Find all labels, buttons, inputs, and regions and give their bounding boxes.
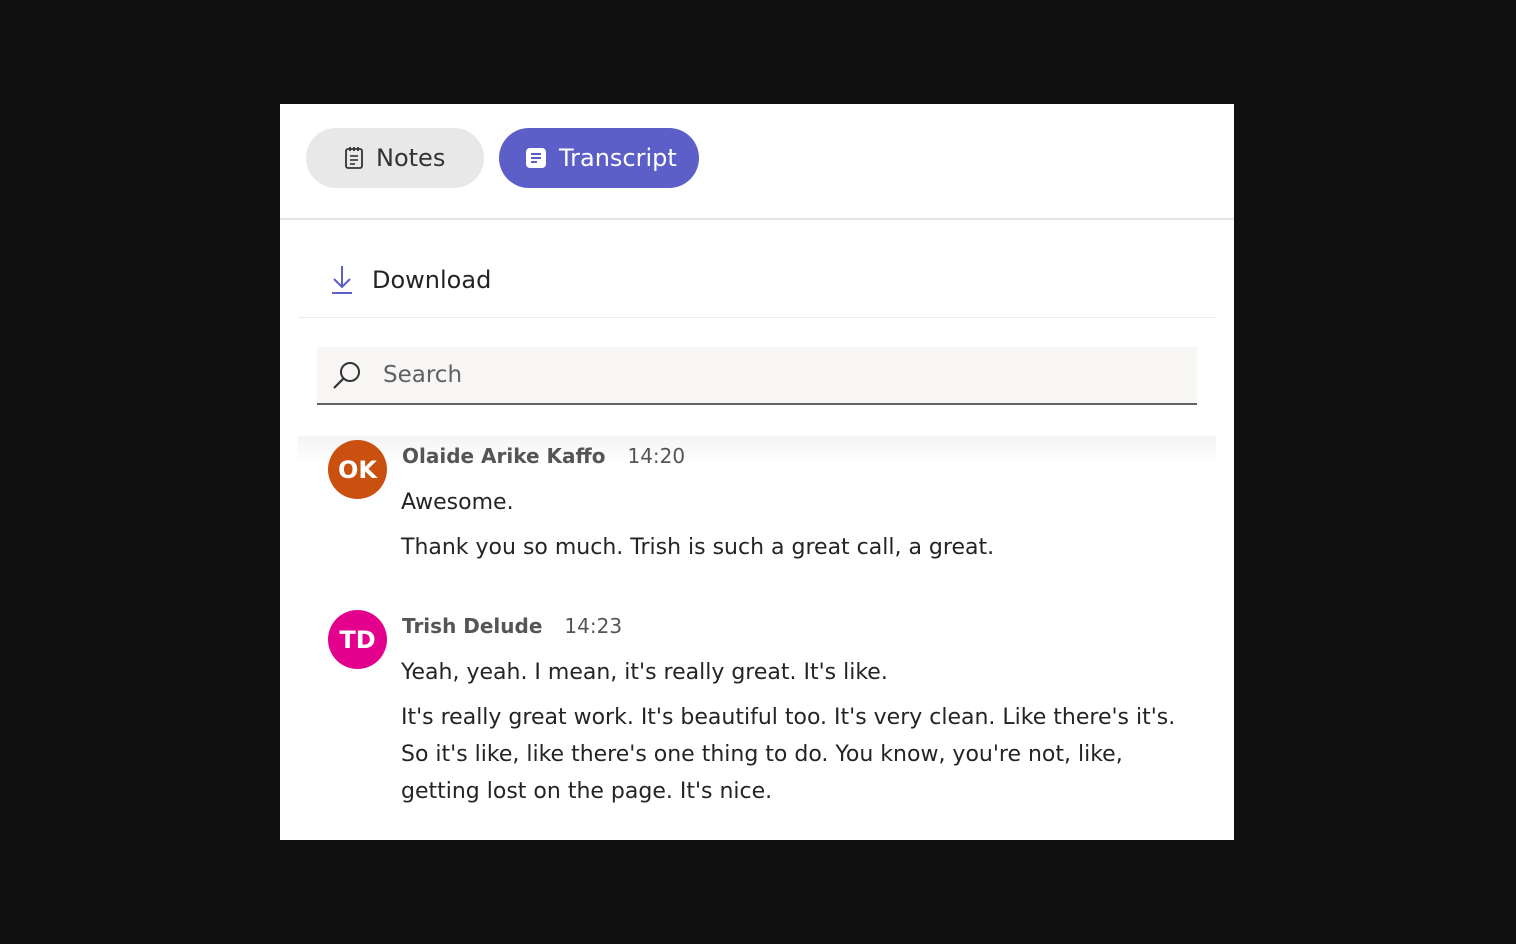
- notes-icon: [344, 146, 364, 170]
- entry-meta: Trish Delude 14:23: [402, 614, 622, 638]
- avatar: OK: [328, 440, 387, 499]
- transcript-line: Thank you so much. Trish is such a great…: [401, 535, 995, 560]
- search-input[interactable]: [381, 361, 1165, 389]
- search-box[interactable]: [317, 347, 1197, 405]
- tab-notes-label: Notes: [376, 144, 446, 172]
- transcript-panel: Notes Transcript Download Search OK Olai…: [280, 104, 1234, 840]
- timestamp: 14:23: [564, 614, 623, 638]
- transcript-line: It's really great work. It's beautiful t…: [401, 705, 1176, 804]
- avatar: TD: [328, 610, 387, 669]
- entry-meta: Olaide Arike Kaffo 14:20: [402, 444, 685, 468]
- speaker-name: Trish Delude: [402, 614, 543, 638]
- timestamp: 14:20: [627, 444, 686, 468]
- download-button[interactable]: Download: [298, 242, 1216, 318]
- transcript-line: Awesome.: [401, 490, 514, 515]
- tab-notes[interactable]: Notes: [306, 128, 484, 188]
- transcript-line: Yeah, yeah. I mean, it's really great. I…: [401, 660, 888, 685]
- tab-transcript-label: Transcript: [559, 144, 677, 172]
- download-label: Download: [372, 265, 492, 294]
- tab-bar: Notes Transcript: [280, 104, 1234, 220]
- transcript-icon: [525, 147, 547, 169]
- entry-lines: Yeah, yeah. I mean, it's really great. I…: [401, 654, 1181, 818]
- search-icon: [331, 359, 363, 391]
- entry-lines: Awesome. Thank you so much. Trish is suc…: [401, 484, 1181, 574]
- speaker-name: Olaide Arike Kaffo: [402, 444, 606, 468]
- tab-transcript[interactable]: Transcript: [499, 128, 699, 188]
- download-icon: [330, 264, 354, 296]
